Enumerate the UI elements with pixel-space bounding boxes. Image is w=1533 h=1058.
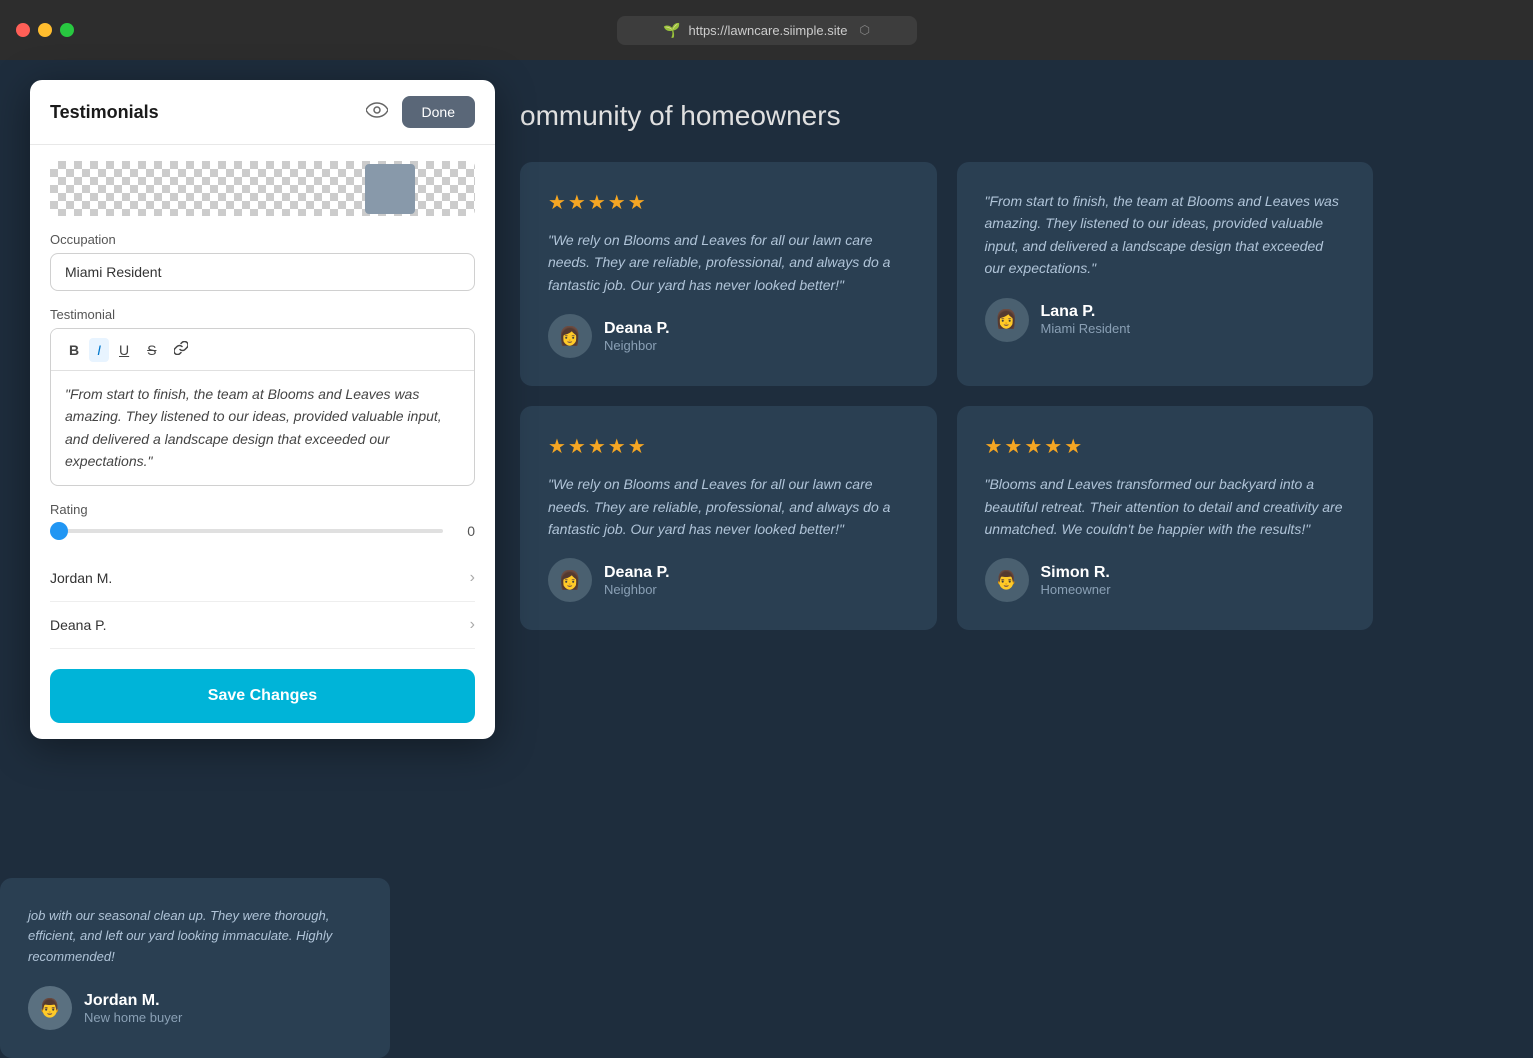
external-link-icon: ⬡ xyxy=(859,23,869,37)
author-4: 👨 Simon R. Homeowner xyxy=(985,558,1346,602)
address-bar[interactable]: 🌱 https://lawncare.siimple.site ⬡ xyxy=(617,16,917,45)
traffic-lights xyxy=(16,23,74,37)
occupation-label: Occupation xyxy=(50,232,475,247)
panel-title: Testimonials xyxy=(50,102,159,123)
list-item-name-jordan: Jordan M. xyxy=(50,570,112,586)
quote-3: "We rely on Blooms and Leaves for all ou… xyxy=(548,473,909,540)
author-title-1: Neighbor xyxy=(604,338,670,353)
close-button[interactable] xyxy=(16,23,30,37)
bottom-author-title: New home buyer xyxy=(84,1010,182,1025)
rte-toolbar: B I U S xyxy=(51,329,474,371)
stars-4: ★★★★★ xyxy=(985,434,1346,459)
bottom-author-name: Jordan M. xyxy=(84,992,182,1010)
avatar-4: 👨 xyxy=(985,558,1029,602)
quote-1: "We rely on Blooms and Leaves for all ou… xyxy=(548,229,909,296)
preview-button[interactable] xyxy=(362,98,392,127)
author-1: 👩 Deana P. Neighbor xyxy=(548,314,909,358)
testimonial-card-4: ★★★★★ "Blooms and Leaves transformed our… xyxy=(957,406,1374,630)
rating-row: 0 xyxy=(50,523,475,539)
author-title-3: Neighbor xyxy=(604,582,670,597)
author-3: 👩 Deana P. Neighbor xyxy=(548,558,909,602)
image-thumbnail[interactable] xyxy=(50,161,475,216)
testimonial-card-3: ★★★★★ "We rely on Blooms and Leaves for … xyxy=(520,406,937,630)
avatar-1: 👩 xyxy=(548,314,592,358)
maximize-button[interactable] xyxy=(60,23,74,37)
testimonials-grid: ★★★★★ "We rely on Blooms and Leaves for … xyxy=(520,162,1373,630)
avatar-3: 👩 xyxy=(548,558,592,602)
panel-body: Occupation Testimonial B I U S xyxy=(30,145,495,739)
link-icon xyxy=(174,341,188,355)
bold-button[interactable]: B xyxy=(61,338,87,362)
occupation-input[interactable] xyxy=(50,253,475,291)
author-name-2: Lana P. xyxy=(1041,303,1131,321)
avatar-2: 👩 xyxy=(985,298,1029,342)
author-title-4: Homeowner xyxy=(1041,582,1111,597)
eye-icon xyxy=(366,102,388,118)
underline-button[interactable]: U xyxy=(111,338,137,362)
panel-actions: Done xyxy=(362,96,475,128)
save-changes-button[interactable]: Save Changes xyxy=(50,669,475,723)
rating-value: 0 xyxy=(455,523,475,539)
done-button[interactable]: Done xyxy=(402,96,475,128)
list-item-name-deana: Deana P. xyxy=(50,617,107,633)
bottom-quote: job with our seasonal clean up. They wer… xyxy=(28,906,362,968)
rating-section: Rating 0 xyxy=(50,502,475,539)
rating-slider[interactable] xyxy=(50,529,443,533)
author-2: 👩 Lana P. Miami Resident xyxy=(985,298,1346,342)
testimonial-card-1: ★★★★★ "We rely on Blooms and Leaves for … xyxy=(520,162,937,386)
testimonial-card-2: "From start to finish, the team at Bloom… xyxy=(957,162,1374,386)
rating-label: Rating xyxy=(50,502,475,517)
url-text: https://lawncare.siimple.site xyxy=(689,23,848,38)
author-name-4: Simon R. xyxy=(1041,564,1111,582)
main-content: ommunity of homeowners ★★★★★ "We rely on… xyxy=(0,60,1533,1058)
editor-panel: Testimonials Done Occupation T xyxy=(30,80,495,739)
chevron-right-deana: › xyxy=(470,616,475,634)
list-item-jordan[interactable]: Jordan M. › xyxy=(50,555,475,602)
bottom-author: 👨 Jordan M. New home buyer xyxy=(28,986,362,1030)
author-title-2: Miami Resident xyxy=(1041,321,1131,336)
rich-text-editor: B I U S "From start to finish, the team … xyxy=(50,328,475,486)
quote-2: "From start to finish, the team at Bloom… xyxy=(985,190,1346,280)
link-button[interactable] xyxy=(166,337,196,362)
author-name-3: Deana P. xyxy=(604,564,670,582)
bottom-card: job with our seasonal clean up. They wer… xyxy=(0,878,390,1058)
testimonial-text[interactable]: "From start to finish, the team at Bloom… xyxy=(51,371,474,485)
browser-chrome: 🌱 https://lawncare.siimple.site ⬡ xyxy=(0,0,1533,60)
testimonial-label: Testimonial xyxy=(50,307,475,322)
stars-3: ★★★★★ xyxy=(548,434,909,459)
panel-header: Testimonials Done xyxy=(30,80,495,145)
stars-1: ★★★★★ xyxy=(548,190,909,215)
author-name-1: Deana P. xyxy=(604,320,670,338)
chevron-right-jordan: › xyxy=(470,569,475,587)
thumbnail-image xyxy=(365,164,415,214)
quote-4: "Blooms and Leaves transformed our backy… xyxy=(985,473,1346,540)
italic-button[interactable]: I xyxy=(89,338,109,362)
minimize-button[interactable] xyxy=(38,23,52,37)
bottom-avatar: 👨 xyxy=(28,986,72,1030)
strikethrough-button[interactable]: S xyxy=(139,338,164,362)
favicon-icon: 🌱 xyxy=(663,22,680,39)
list-item-deana[interactable]: Deana P. › xyxy=(50,602,475,649)
